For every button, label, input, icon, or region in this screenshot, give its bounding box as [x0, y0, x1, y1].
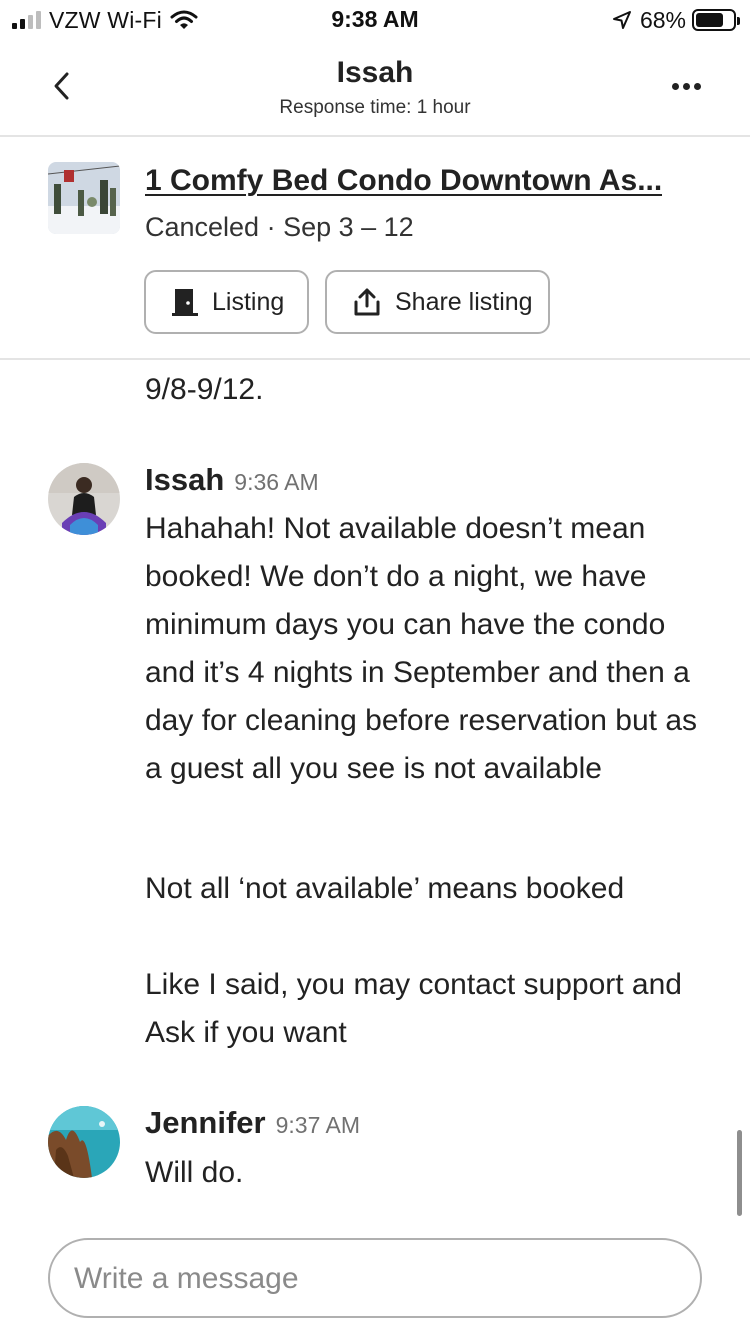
share-listing-button[interactable]: Share listing: [325, 270, 550, 334]
avatar-jennifer[interactable]: [48, 1106, 120, 1178]
message-text: Not all ‘not available’ means booked: [145, 872, 625, 905]
page-title: Issah: [336, 56, 414, 89]
sender-issah: Issah 9:36 AM: [145, 462, 319, 498]
status-bar: VZW Wi-Fi 9:38 AM 68%: [0, 0, 750, 40]
listing-card: 1 Comfy Bed Condo Downtown As... Cancele…: [0, 139, 750, 360]
message-input[interactable]: [74, 1254, 674, 1304]
listing-button[interactable]: Listing: [144, 270, 309, 334]
more-button[interactable]: [666, 76, 706, 96]
conversation-header: Issah Response time: 1 hour: [0, 40, 750, 137]
share-icon: [354, 288, 380, 316]
response-time: Response time: 1 hour: [279, 97, 471, 118]
battery-percent: 68%: [639, 6, 686, 33]
door-icon: [172, 289, 198, 316]
scrollbar[interactable]: [737, 1130, 742, 1216]
battery-fill: [696, 13, 723, 27]
message-text: Hahahah! Not available doesn’t mean book…: [145, 512, 697, 785]
listing-title-link[interactable]: 1 Comfy Bed Condo Downtown As...: [145, 164, 662, 198]
sender-name: Issah: [145, 462, 225, 497]
conversation-screen: VZW Wi-Fi 9:38 AM 68% Issah Response tim…: [0, 0, 750, 1334]
listing-button-label: Listing: [212, 287, 285, 316]
message-text: Like I said, you may contact support and…: [145, 968, 682, 1049]
message-time: 9:36 AM: [234, 469, 319, 495]
reservation-status: Canceled · Sep 3 – 12: [145, 212, 414, 242]
share-listing-label: Share listing: [395, 287, 533, 316]
message-text-partial: 9/8-9/12.: [145, 373, 264, 406]
location-arrow-icon: [612, 11, 631, 29]
sender-name: Jennifer: [145, 1105, 266, 1140]
status-right: 68%: [612, 6, 740, 33]
more-icon: [671, 82, 679, 90]
listing-thumbnail[interactable]: [48, 162, 120, 234]
message-composer: [48, 1238, 702, 1318]
message-time: 9:37 AM: [275, 1112, 360, 1138]
battery-icon: [692, 9, 740, 31]
sender-jennifer: Jennifer 9:37 AM: [145, 1105, 360, 1141]
message-text: Will do.: [145, 1156, 244, 1189]
avatar-issah[interactable]: [48, 463, 120, 535]
